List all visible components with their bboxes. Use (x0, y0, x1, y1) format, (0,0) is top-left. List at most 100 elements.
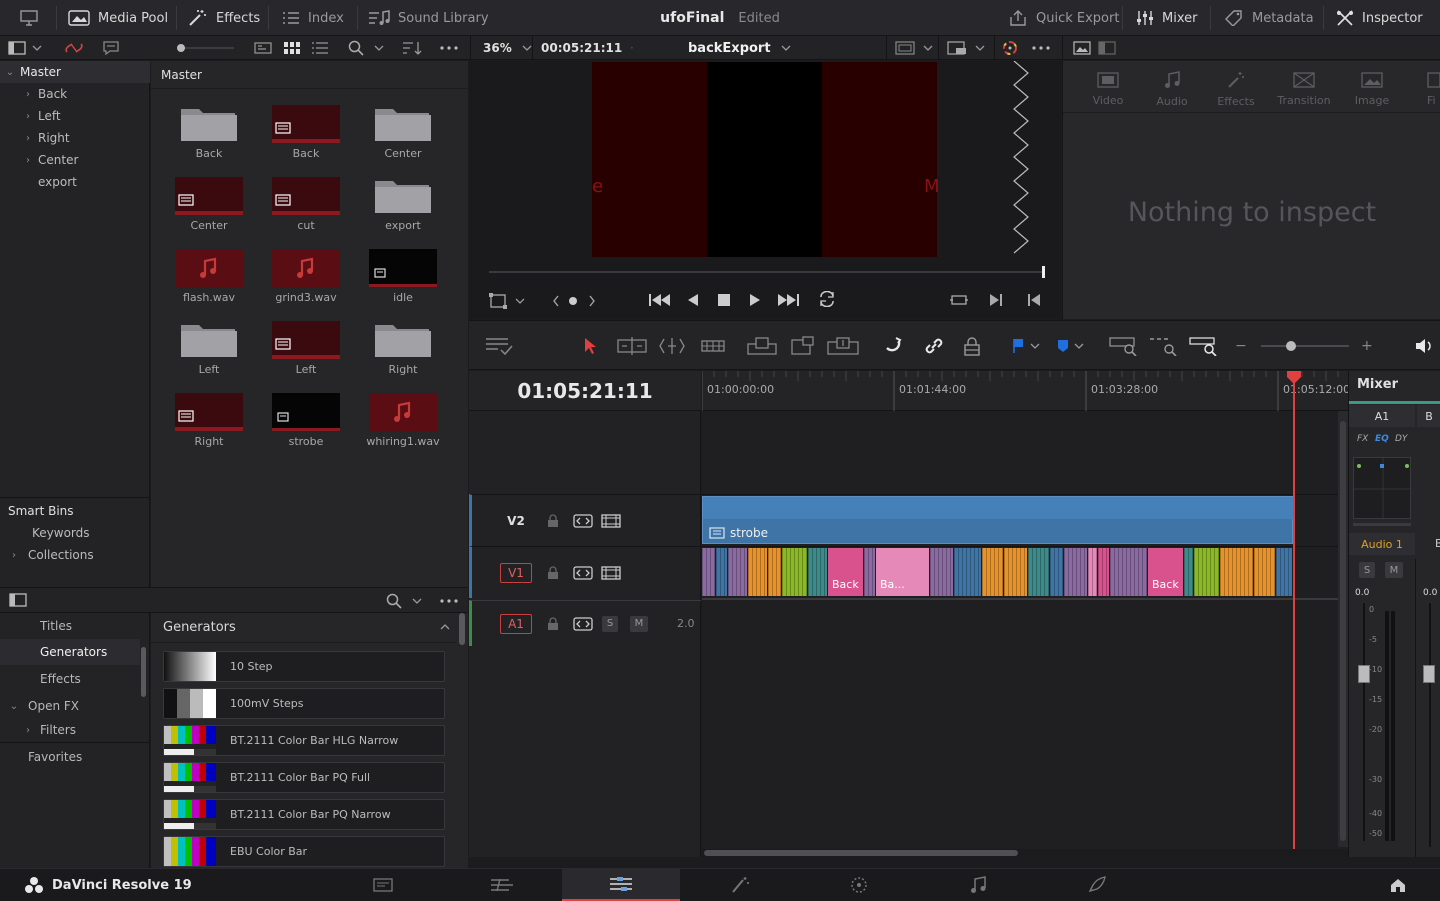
mixer-button[interactable]: Mixer (1136, 0, 1197, 36)
go-to-end-button[interactable] (777, 293, 799, 310)
timeline-hscroll-thumb[interactable] (704, 850, 1018, 856)
scrubber-track[interactable] (489, 266, 1045, 278)
timeline-clip-v1[interactable]: Ba... (876, 548, 930, 596)
inspector-tab-audio[interactable]: Audio (1137, 65, 1207, 113)
metadata-view-button[interactable] (102, 36, 120, 60)
eq-toggle[interactable]: EQ (1375, 434, 1389, 444)
position-lock-button[interactable] (963, 333, 981, 359)
thumbnail-size-slider[interactable] (176, 36, 236, 60)
media-pool-button[interactable]: Media Pool (68, 0, 168, 36)
generator-item[interactable]: BT.2111 Color Bar PQ Full (163, 762, 445, 793)
replace-clip-button[interactable] (827, 333, 859, 359)
timeline-clip-v1[interactable] (748, 548, 768, 596)
bin-item-back[interactable]: › Back (0, 83, 150, 105)
fx-item-generators[interactable]: Generators (0, 639, 140, 665)
generator-item[interactable]: BT.2111 Color Bar HLG Narrow (163, 725, 445, 756)
ellipsis-icon[interactable] (440, 599, 458, 603)
smart-bin-collections[interactable]: › Collections (0, 544, 150, 566)
timeline-clip-v1[interactable] (1110, 548, 1148, 596)
fader-handle-2[interactable] (1423, 665, 1435, 683)
lock-icon[interactable] (547, 565, 559, 580)
timeline-clip-v1[interactable] (1194, 548, 1220, 596)
generator-item[interactable]: 10 Step (163, 651, 445, 682)
bin-item-left[interactable]: › Left (0, 105, 150, 127)
timeline-clip-v2[interactable]: strobe (702, 496, 1294, 544)
overwrite-clip-button[interactable] (791, 333, 817, 359)
pan-control[interactable] (1353, 457, 1412, 520)
fx-item-favorites[interactable]: Favorites (0, 744, 140, 770)
mixer-channel-label[interactable]: A1 (1349, 405, 1415, 427)
playhead-handle[interactable] (1286, 371, 1302, 385)
timeline-clip-v1[interactable] (1254, 548, 1276, 596)
timeline-clip-v1[interactable] (1050, 548, 1064, 596)
fx-toggle[interactable]: FX (1357, 434, 1368, 444)
film-strip-icon[interactable] (601, 565, 621, 580)
inspector-tab-video[interactable]: Video (1073, 65, 1143, 113)
timeline-clip-v1[interactable] (716, 548, 728, 596)
timeline-clip-v1[interactable] (954, 548, 982, 596)
smart-bin-keywords[interactable]: Keywords (0, 522, 150, 544)
zoom-custom-button[interactable] (1189, 333, 1219, 359)
generator-item[interactable]: EBU Color Bar (163, 836, 445, 867)
timeline-clip-v1[interactable] (728, 548, 748, 596)
viewer-frame[interactable]: e M (592, 62, 940, 257)
link-clips-button[interactable] (64, 36, 84, 60)
tree-scrollbar[interactable] (141, 647, 146, 697)
zoom-detail-button[interactable] (1149, 333, 1179, 359)
clip-item[interactable]: Back (169, 99, 249, 163)
project-manager-button[interactable] (1390, 877, 1406, 896)
lock-icon[interactable] (547, 513, 559, 528)
auto-select-icon[interactable] (573, 616, 593, 631)
timeline-clip-v1[interactable] (702, 548, 716, 596)
snapping-button[interactable] (883, 333, 903, 359)
solo-button[interactable]: S (602, 615, 618, 632)
timeline-clip-v1[interactable] (808, 548, 828, 596)
timeline-timecode[interactable]: 01:05:21:11 (469, 371, 701, 411)
timeline-clip-v1[interactable] (1028, 548, 1050, 596)
mute-button[interactable]: M (630, 615, 648, 632)
color-management-button[interactable] (994, 36, 1019, 60)
jog-control[interactable] (553, 294, 595, 308)
effects-button[interactable]: Effects (188, 0, 260, 36)
play-button[interactable] (749, 293, 761, 310)
bin-item-right[interactable]: › Right (0, 127, 150, 149)
viewer-zoom-dropdown[interactable]: 36% (470, 36, 532, 60)
timeline-clip-v1[interactable] (982, 548, 1004, 596)
transform-button[interactable] (489, 293, 525, 312)
dynamics-toggle[interactable]: DY (1395, 434, 1407, 444)
mixer-mute-button[interactable]: M (1385, 562, 1403, 578)
sidebar-toggle-icon[interactable] (9, 593, 27, 607)
workspace-toggle-button[interactable] (20, 0, 38, 36)
audio-monitor-button[interactable] (1415, 333, 1435, 359)
chevron-up-icon[interactable] (440, 624, 450, 630)
chevron-down-icon[interactable] (412, 598, 422, 604)
go-to-start-button[interactable] (649, 293, 671, 310)
clip-item[interactable]: Right (169, 387, 249, 451)
play-reverse-button[interactable] (687, 293, 699, 310)
timeline-clip-v1[interactable] (782, 548, 808, 596)
lock-icon[interactable] (547, 616, 559, 631)
index-button[interactable]: Index (282, 0, 344, 36)
output-scaling-button[interactable] (938, 36, 985, 60)
clip-item[interactable]: Left (169, 315, 249, 379)
page-fairlight[interactable] (919, 869, 1037, 901)
search-button[interactable] (348, 36, 384, 60)
sort-button[interactable] (402, 36, 422, 60)
page-color[interactable] (800, 869, 918, 901)
bin-item-center[interactable]: › Center (0, 149, 150, 171)
clip-item[interactable]: export (363, 171, 443, 235)
smart-bins-header[interactable]: Smart Bins (0, 500, 150, 522)
next-edit-button[interactable] (989, 293, 1003, 310)
panel-layout-button[interactable] (8, 36, 42, 60)
linked-selection-button[interactable] (923, 333, 945, 359)
inspector-button[interactable]: Inspector (1336, 0, 1423, 36)
stop-button[interactable] (718, 294, 730, 309)
timeline-clip-v1[interactable] (1088, 548, 1098, 596)
clip-item[interactable]: whiring1.wav (363, 387, 443, 451)
fx-item-filters[interactable]: › Filters (0, 720, 140, 740)
clip-item[interactable]: idle (363, 243, 443, 307)
clip-item[interactable]: cut (266, 171, 346, 235)
sequence-dropdown[interactable]: backExport (688, 36, 791, 60)
clip-item[interactable]: Back (266, 99, 346, 163)
viewer-options-button[interactable] (1032, 36, 1050, 60)
